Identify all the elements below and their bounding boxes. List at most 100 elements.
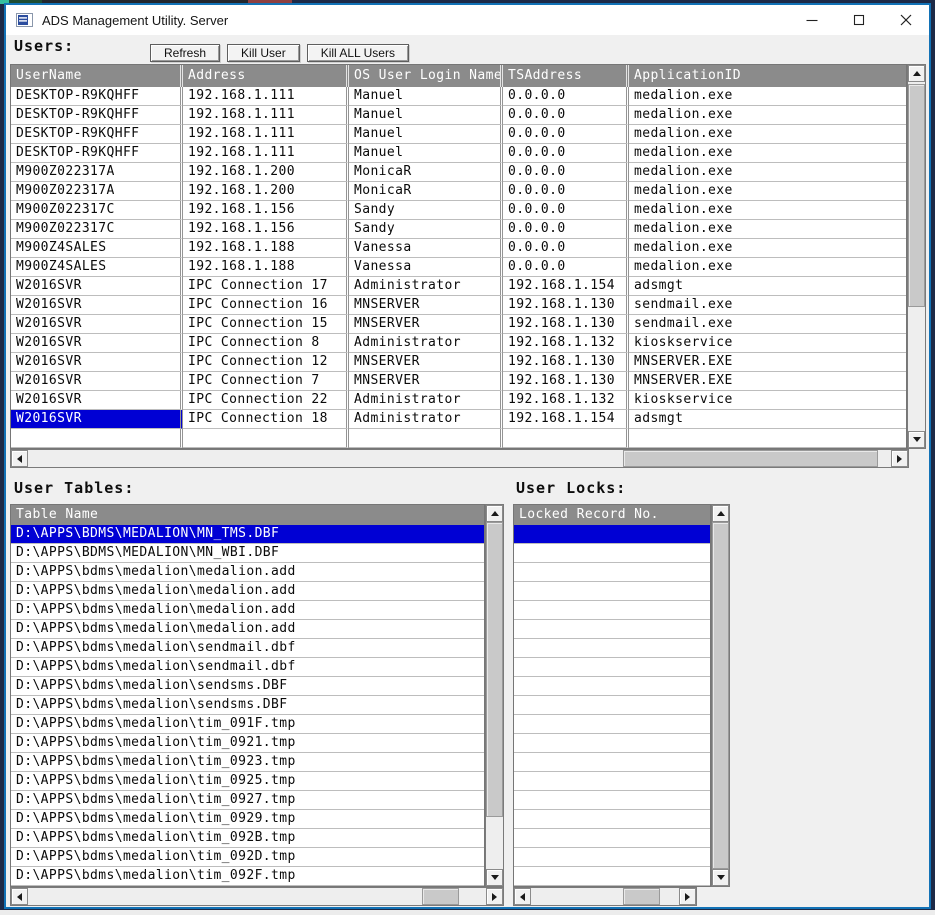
cell-address[interactable]: IPC Connection 7: [183, 372, 349, 391]
cell-address[interactable]: 192.168.1.111: [183, 106, 349, 125]
cell-address[interactable]: 192.168.1.156: [183, 220, 349, 239]
list-item-table-path[interactable]: D:\APPS\bdms\medalion\tim_0923.tmp: [11, 753, 484, 772]
list-item-locked-record[interactable]: [514, 734, 710, 753]
cell-applicationid[interactable]: medalion.exe: [629, 220, 906, 239]
cell-username[interactable]: W2016SVR: [11, 391, 183, 410]
cell-applicationid[interactable]: medalion.exe: [629, 182, 906, 201]
cell-tsaddress[interactable]: 192.168.1.132: [503, 334, 629, 353]
scroll-track[interactable]: [531, 888, 679, 905]
cell-applicationid[interactable]: medalion.exe: [629, 125, 906, 144]
cell-os-user-login-name[interactable]: Manuel: [349, 106, 503, 125]
cell-tsaddress[interactable]: 0.0.0.0: [503, 182, 629, 201]
cell-applicationid[interactable]: medalion.exe: [629, 239, 906, 258]
title-bar[interactable]: ADS Management Utility. Server: [6, 5, 929, 35]
cell-tsaddress[interactable]: 192.168.1.154: [503, 410, 629, 429]
kill-user-button[interactable]: Kill User: [227, 44, 300, 62]
scroll-right-button[interactable]: [891, 450, 908, 467]
users-vertical-scrollbar[interactable]: [907, 64, 926, 449]
list-item-locked-record[interactable]: [514, 848, 710, 867]
cell-applicationid[interactable]: kioskservice: [629, 334, 906, 353]
list-item-table-path[interactable]: D:\APPS\bdms\medalion\tim_0925.tmp: [11, 772, 484, 791]
cell-applicationid[interactable]: medalion.exe: [629, 201, 906, 220]
list-item-locked-record[interactable]: [514, 753, 710, 772]
maximize-button[interactable]: [835, 5, 882, 35]
cell-applicationid[interactable]: medalion.exe: [629, 87, 906, 106]
scroll-right-button[interactable]: [486, 888, 503, 905]
cell-address[interactable]: IPC Connection 15: [183, 315, 349, 334]
cell-address[interactable]: IPC Connection 16: [183, 296, 349, 315]
cell-username[interactable]: W2016SVR: [11, 296, 183, 315]
cell-os-user-login-name[interactable]: MNSERVER: [349, 296, 503, 315]
cell-os-user-login-name[interactable]: Sandy: [349, 220, 503, 239]
user-tables-horizontal-scrollbar[interactable]: [10, 887, 504, 906]
list-item-locked-record[interactable]: [514, 696, 710, 715]
cell-os-user-login-name[interactable]: [349, 429, 503, 448]
cell-tsaddress[interactable]: 0.0.0.0: [503, 87, 629, 106]
cell-username[interactable]: M900Z4SALES: [11, 239, 183, 258]
cell-address[interactable]: IPC Connection 22: [183, 391, 349, 410]
scroll-up-button[interactable]: [712, 505, 729, 522]
cell-os-user-login-name[interactable]: Administrator: [349, 410, 503, 429]
cell-os-user-login-name[interactable]: MNSERVER: [349, 315, 503, 334]
cell-username[interactable]: [11, 429, 183, 448]
list-item-locked-record[interactable]: [514, 658, 710, 677]
cell-tsaddress[interactable]: 0.0.0.0: [503, 163, 629, 182]
cell-address[interactable]: 192.168.1.111: [183, 144, 349, 163]
cell-applicationid[interactable]: medalion.exe: [629, 106, 906, 125]
list-item-table-path[interactable]: D:\APPS\bdms\medalion\tim_092D.tmp: [11, 848, 484, 867]
list-item-locked-record[interactable]: [514, 677, 710, 696]
cell-username[interactable]: W2016SVR: [11, 277, 183, 296]
cell-tsaddress[interactable]: 0.0.0.0: [503, 144, 629, 163]
cell-username[interactable]: W2016SVR: [11, 410, 183, 429]
cell-applicationid[interactable]: adsmgt: [629, 410, 906, 429]
list-item-table-path[interactable]: D:\APPS\bdms\medalion\tim_0927.tmp: [11, 791, 484, 810]
list-item-table-path[interactable]: D:\APPS\bdms\medalion\medalion.add: [11, 563, 484, 582]
list-item-locked-record[interactable]: [514, 563, 710, 582]
users-horizontal-scrollbar[interactable]: [10, 449, 909, 468]
scroll-track[interactable]: [486, 522, 503, 869]
refresh-button[interactable]: Refresh: [150, 44, 220, 62]
cell-applicationid[interactable]: medalion.exe: [629, 144, 906, 163]
list-item-table-path[interactable]: D:\APPS\BDMS\MEDALION\MN_WBI.DBF: [11, 544, 484, 563]
user-locks-horizontal-scrollbar[interactable]: [513, 887, 697, 906]
cell-username[interactable]: M900Z022317A: [11, 182, 183, 201]
cell-os-user-login-name[interactable]: MonicaR: [349, 163, 503, 182]
cell-os-user-login-name[interactable]: MNSERVER: [349, 353, 503, 372]
list-item-table-path[interactable]: D:\APPS\bdms\medalion\medalion.add: [11, 620, 484, 639]
list-item-table-path[interactable]: D:\APPS\bdms\medalion\sendsms.DBF: [11, 677, 484, 696]
scroll-thumb[interactable]: [908, 84, 925, 307]
scroll-track[interactable]: [28, 450, 891, 467]
kill-all-users-button[interactable]: Kill ALL Users: [307, 44, 409, 62]
close-button[interactable]: [882, 5, 929, 35]
scroll-track[interactable]: [712, 522, 729, 869]
cell-os-user-login-name[interactable]: Manuel: [349, 125, 503, 144]
list-item-locked-record[interactable]: [514, 715, 710, 734]
cell-tsaddress[interactable]: 192.168.1.130: [503, 372, 629, 391]
cell-applicationid[interactable]: medalion.exe: [629, 258, 906, 277]
cell-address[interactable]: [183, 429, 349, 448]
cell-tsaddress[interactable]: 192.168.1.130: [503, 353, 629, 372]
scroll-left-button[interactable]: [11, 450, 28, 467]
cell-address[interactable]: IPC Connection 18: [183, 410, 349, 429]
cell-address[interactable]: 192.168.1.188: [183, 239, 349, 258]
cell-tsaddress[interactable]: 0.0.0.0: [503, 258, 629, 277]
scroll-up-button[interactable]: [486, 505, 503, 522]
scroll-thumb[interactable]: [422, 888, 459, 905]
scroll-right-button[interactable]: [679, 888, 696, 905]
cell-os-user-login-name[interactable]: MNSERVER: [349, 372, 503, 391]
cell-address[interactable]: 192.168.1.200: [183, 182, 349, 201]
list-item-table-path[interactable]: D:\APPS\bdms\medalion\tim_092F.tmp: [11, 867, 484, 886]
user-tables-vertical-scrollbar[interactable]: [485, 504, 504, 887]
cell-applicationid[interactable]: sendmail.exe: [629, 296, 906, 315]
list-item-locked-record[interactable]: [514, 601, 710, 620]
cell-username[interactable]: M900Z022317C: [11, 201, 183, 220]
cell-os-user-login-name[interactable]: Manuel: [349, 87, 503, 106]
cell-os-user-login-name[interactable]: Administrator: [349, 334, 503, 353]
list-item-table-path[interactable]: D:\APPS\bdms\medalion\tim_092B.tmp: [11, 829, 484, 848]
list-item-table-path[interactable]: D:\APPS\bdms\medalion\tim_0921.tmp: [11, 734, 484, 753]
cell-tsaddress[interactable]: 0.0.0.0: [503, 220, 629, 239]
minimize-button[interactable]: [788, 5, 835, 35]
cell-tsaddress[interactable]: 0.0.0.0: [503, 239, 629, 258]
list-item-locked-record[interactable]: [514, 867, 710, 886]
cell-tsaddress[interactable]: 0.0.0.0: [503, 125, 629, 144]
